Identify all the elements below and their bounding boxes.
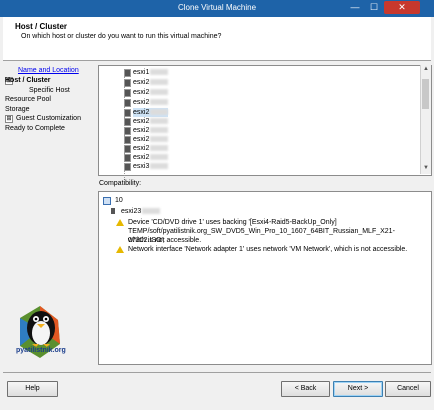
- compatibility-label: Compatibility:: [99, 180, 142, 187]
- maximize-button[interactable]: ☐: [364, 1, 384, 14]
- host-icon: [124, 118, 131, 126]
- minimize-button[interactable]: —: [345, 1, 365, 14]
- step-name-and-location[interactable]: Name and Location: [18, 67, 79, 74]
- host-item-selected[interactable]: esxi2: [133, 108, 169, 117]
- warning-cd-line1: Device 'CD/DVD drive 1' uses backing '[E…: [128, 219, 337, 226]
- step-guest-customization: Guest Customization: [16, 115, 81, 122]
- host-item[interactable]: esxi2: [133, 78, 169, 87]
- host-item[interactable]: esxi1: [133, 68, 169, 77]
- host-item[interactable]: esxi2: [133, 117, 169, 126]
- host-item[interactable]: esxi2: [133, 126, 169, 135]
- host-icon: [111, 208, 115, 214]
- wizard-header: Host / Cluster On which host or cluster …: [3, 17, 431, 61]
- host-item[interactable]: esxi2: [133, 98, 169, 107]
- host-icon: [124, 89, 131, 97]
- warning-cd-line3: which is not accessible.: [128, 237, 202, 244]
- expand-icon[interactable]: ⊞: [5, 115, 13, 123]
- compat-root: 10: [115, 197, 123, 204]
- step-ready-to-complete: Ready to Complete: [5, 125, 65, 132]
- host-icon: [124, 109, 131, 117]
- penguin-logo: pyatilistnik.org: [6, 300, 76, 370]
- host-item[interactable]: esxi2: [133, 88, 169, 97]
- host-icon: [124, 136, 131, 144]
- next-button[interactable]: Next >: [333, 381, 383, 397]
- host-item[interactable]: esxi2: [133, 135, 169, 144]
- host-icon: [124, 79, 131, 87]
- vm-icon: [103, 197, 111, 205]
- host-icon: [124, 99, 131, 107]
- scroll-up-icon[interactable]: ▲: [421, 66, 431, 74]
- host-icon: [124, 145, 131, 153]
- warning-network: Network interface 'Network adapter 1' us…: [128, 246, 408, 253]
- cancel-button[interactable]: Cancel: [385, 381, 431, 397]
- compatibility-panel: 10 esxi23 Device 'CD/DVD drive 1' uses b…: [98, 191, 432, 365]
- compat-host: esxi23: [121, 207, 161, 216]
- page-title: Host / Cluster: [15, 22, 68, 31]
- step-host-cluster: Host / Cluster: [5, 77, 51, 84]
- host-list-scrollbar[interactable]: ▲ ▼: [420, 65, 431, 174]
- warning-icon: [116, 246, 124, 253]
- help-button[interactable]: Help: [7, 381, 58, 397]
- footer-divider: [3, 372, 431, 373]
- scroll-down-icon[interactable]: ▼: [421, 165, 431, 173]
- host-icon: [124, 154, 131, 162]
- host-item[interactable]: esxi2: [133, 144, 169, 153]
- step-storage: Storage: [5, 106, 30, 113]
- back-button[interactable]: < Back: [281, 381, 330, 397]
- host-icon: [124, 69, 131, 77]
- host-item[interactable]: esxi3: [133, 162, 169, 171]
- step-specific-host: Specific Host: [29, 87, 70, 94]
- close-button[interactable]: ✕: [384, 1, 420, 14]
- page-subtitle: On which host or cluster do you want to …: [21, 33, 222, 40]
- warning-icon: [116, 219, 124, 226]
- scroll-thumb[interactable]: [422, 79, 429, 109]
- host-icon: [124, 127, 131, 135]
- logo-text: pyatilistnik.org: [16, 347, 66, 354]
- host-icon: [124, 163, 131, 171]
- step-resource-pool: Resource Pool: [5, 96, 51, 103]
- host-item[interactable]: esxi2: [133, 153, 169, 162]
